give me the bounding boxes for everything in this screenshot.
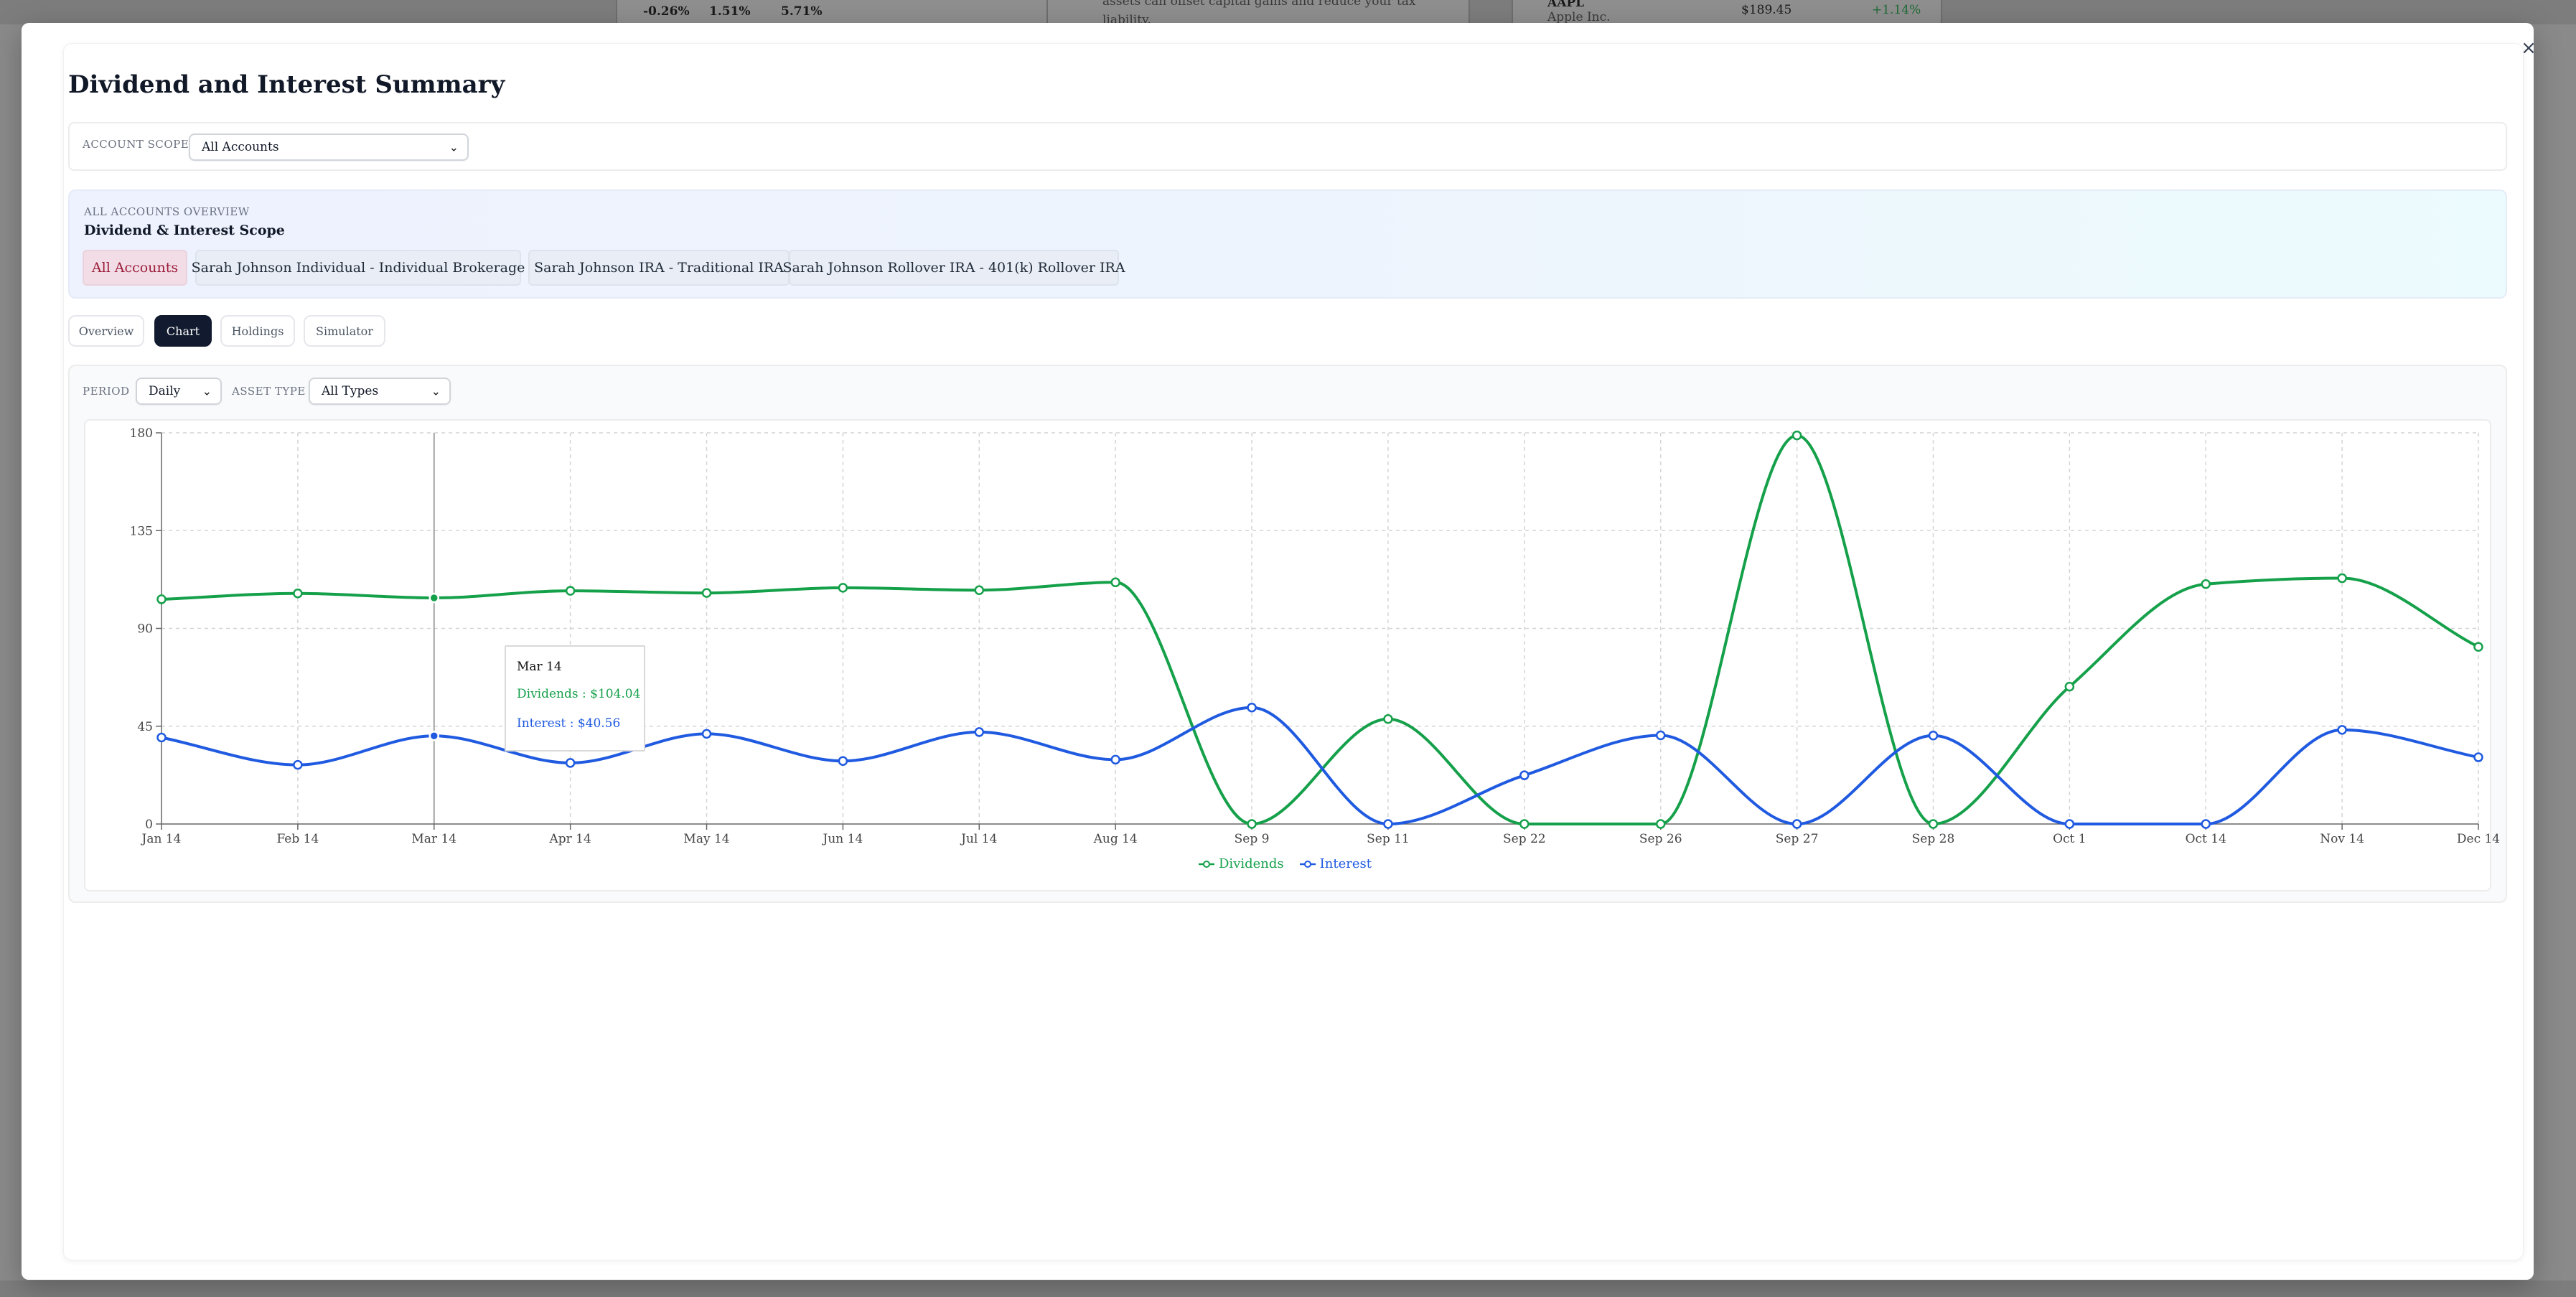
dividends-point [1383, 714, 1393, 724]
dividends-point [428, 592, 440, 604]
dividends-point [838, 583, 848, 593]
x-tick-label: Aug 14 [1093, 832, 1138, 846]
dividends-point [565, 586, 576, 596]
interest-point [1383, 819, 1393, 829]
dividends-point [2064, 681, 2075, 692]
dividends-point [1247, 819, 1257, 829]
legend-marker-dividends [1199, 860, 1214, 868]
interest-point [2201, 819, 2211, 829]
x-tick-label: Oct 14 [2186, 832, 2226, 846]
interest-point [428, 730, 440, 741]
interest-point [2064, 819, 2075, 829]
dividends-point [1519, 819, 1530, 829]
tooltip-title: Mar 14 [517, 660, 562, 674]
dividends-point [2201, 579, 2211, 589]
dividend-interest-chart[interactable]: 0 45 90 135 180 Jan 14 Feb 14 Mar 14 Apr 14 May 1… [0, 0, 2576, 1297]
interest-point [1519, 770, 1530, 780]
interest-point [1792, 819, 1802, 829]
y-tick-label: 90 [137, 622, 153, 637]
legend-item-dividends[interactable]: Dividends [1199, 856, 1284, 871]
x-tick-label: Nov 14 [2320, 832, 2364, 846]
dividends-point [156, 594, 167, 604]
legend-marker-interest [1299, 860, 1316, 868]
interest-point [1928, 731, 1939, 741]
x-tick-label: Apr 14 [548, 832, 591, 846]
interest-point [2337, 725, 2347, 735]
interest-point [1247, 702, 1257, 713]
dividends-point [1655, 819, 1666, 829]
interest-point [1110, 754, 1120, 765]
x-tick-label: Sep 27 [1776, 832, 1819, 846]
legend-item-interest[interactable]: Interest [1299, 856, 1372, 871]
y-tick-label: 180 [130, 426, 153, 441]
interest-point [1655, 730, 1666, 741]
x-tick-label: Jan 14 [141, 832, 182, 846]
interest-point [565, 758, 576, 768]
x-tick-label: Feb 14 [276, 832, 319, 846]
interest-point [293, 759, 303, 770]
interest-point [701, 729, 712, 739]
x-tick-label: May 14 [683, 832, 729, 846]
tooltip-interest: Interest : $40.56 [517, 716, 621, 731]
x-tick-label: Sep 11 [1367, 832, 1410, 846]
dividends-point [2337, 573, 2347, 584]
dividends-point [293, 589, 303, 599]
x-tick-label: Jul 14 [960, 832, 997, 846]
x-tick-label: Mar 14 [411, 832, 456, 846]
x-tick-label: Jun 14 [822, 832, 863, 846]
tooltip-dividends: Dividends : $104.04 [517, 687, 641, 701]
dividends-point [701, 588, 712, 598]
legend-label-dividends: Dividends [1219, 856, 1284, 871]
interest-point [974, 727, 985, 737]
dividends-point [1792, 430, 1802, 441]
interest-point [156, 732, 167, 743]
interest-point [838, 756, 848, 766]
x-tick-label: Sep 26 [1639, 832, 1682, 846]
chart-tooltip: Mar 14 Dividends : $104.04 Interest : $4… [505, 645, 645, 751]
dividends-point [1110, 577, 1120, 588]
legend-label-interest: Interest [1319, 856, 1372, 871]
dividends-point [1928, 819, 1939, 829]
x-tick-label: Dec 14 [2457, 832, 2500, 846]
y-tick-label: 0 [145, 818, 153, 832]
interest-point [2473, 752, 2483, 762]
chart-legend: Dividends Interest [1199, 856, 1372, 871]
dividends-point [974, 585, 985, 595]
x-tick-label: Sep 22 [1503, 832, 1546, 846]
dividends-point [2473, 642, 2483, 652]
x-tick-label: Sep 9 [1235, 832, 1270, 846]
x-tick-label: Oct 1 [2053, 832, 2086, 846]
y-tick-label: 135 [130, 524, 153, 538]
x-tick-label: Sep 28 [1912, 832, 1955, 846]
y-tick-label: 45 [137, 720, 153, 734]
